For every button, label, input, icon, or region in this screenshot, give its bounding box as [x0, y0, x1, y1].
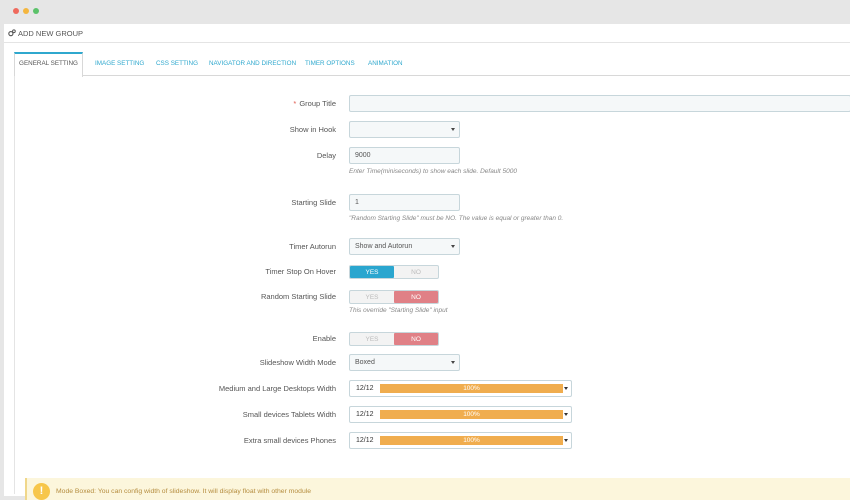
add-group-panel: ADD NEW GROUP GENERAL SETTING IMAGE SETT… — [4, 24, 850, 500]
delay-input[interactable]: 9000 — [349, 147, 460, 164]
show-in-hook-select[interactable] — [349, 121, 460, 138]
show-in-hook-label: Show in Hook — [289, 125, 336, 134]
random-starting-slide-toggle: YES NO — [349, 290, 439, 304]
enable-yes[interactable]: YES — [350, 333, 394, 345]
timer-stop-on-hover-yes[interactable]: YES — [350, 266, 394, 278]
timer-autorun-select[interactable]: Show and Autorun — [349, 238, 460, 255]
timer-stop-on-hover-label: Timer Stop On Hover — [265, 267, 336, 276]
delay-help: Enter Time(miniseconds) to show each sli… — [349, 168, 517, 175]
sm-width-value: 12/12 — [356, 411, 374, 418]
group-title-input[interactable] — [349, 95, 850, 112]
random-starting-slide-no[interactable]: NO — [394, 291, 438, 303]
minimize-window-button[interactable] — [23, 8, 29, 14]
tab-css-setting[interactable]: CSS SETTING — [156, 52, 198, 76]
timer-stop-on-hover-toggle: YES NO — [349, 265, 439, 279]
slideshow-width-mode-label: Slideshow Width Mode — [259, 358, 336, 367]
enable-no[interactable]: NO — [394, 333, 438, 345]
xs-width-value: 12/12 — [356, 437, 374, 444]
random-starting-slide-help: This override "Starting Slide" input — [349, 307, 448, 314]
slideshow-width-mode-select[interactable]: Boxed — [349, 354, 460, 371]
alert-text: Mode Boxed: You can config width of slid… — [56, 488, 312, 495]
starting-slide-help: "Random Starting Slide" must be NO. The … — [349, 215, 564, 222]
random-starting-slide-yes[interactable]: YES — [350, 291, 394, 303]
caret-down-icon — [451, 245, 455, 248]
timer-stop-on-hover-no[interactable]: NO — [394, 266, 438, 278]
xs-width-select[interactable]: 12/12 100% — [349, 432, 572, 449]
boxed-mode-alert: ! Mode Boxed: You can config width of sl… — [25, 478, 850, 500]
xs-width-bar: 100% — [380, 436, 563, 445]
sm-width-label: Small devices Tablets Width — [242, 410, 336, 419]
sm-width-bar: 100% — [380, 410, 563, 419]
caret-down-icon — [564, 387, 568, 390]
tab-image-setting[interactable]: IMAGE SETTING — [95, 52, 144, 76]
md-lg-width-bar: 100% — [380, 384, 563, 393]
settings-tabs: GENERAL SETTING IMAGE SETTING CSS SETTIN… — [14, 52, 850, 77]
timer-autorun-label: Timer Autorun — [289, 242, 336, 251]
tab-timer-options[interactable]: TIMER OPTIONS — [305, 52, 355, 76]
md-lg-width-value: 12/12 — [356, 385, 374, 392]
enable-label: Enable — [312, 334, 336, 343]
enable-toggle: YES NO — [349, 332, 439, 346]
caret-down-icon — [564, 439, 568, 442]
panel-title: ADD NEW GROUP — [18, 29, 84, 38]
caret-down-icon — [564, 413, 568, 416]
tab-general-setting[interactable]: GENERAL SETTING — [14, 52, 83, 77]
caret-down-icon — [451, 361, 455, 364]
window-titlebar — [0, 0, 850, 22]
close-window-button[interactable] — [13, 8, 19, 14]
starting-slide-label: Starting Slide — [291, 198, 336, 207]
md-lg-width-label: Medium and Large Desktops Width — [218, 384, 336, 393]
sm-width-select[interactable]: 12/12 100% — [349, 406, 572, 423]
tab-animation[interactable]: ANIMATION — [368, 52, 403, 76]
group-title-label: * Group Title — [293, 99, 336, 108]
md-lg-width-select[interactable]: 12/12 100% — [349, 380, 572, 397]
tab-navigator-and-direction[interactable]: NAVIGATOR AND DIRECTION — [209, 52, 296, 76]
gears-icon — [8, 29, 16, 37]
xs-width-label: Extra small devices Phones — [243, 436, 336, 445]
delay-label: Delay — [316, 151, 336, 160]
starting-slide-input[interactable]: 1 — [349, 194, 460, 211]
random-starting-slide-label: Random Starting Slide — [260, 292, 336, 301]
panel-header: ADD NEW GROUP — [4, 24, 850, 43]
general-setting-form: * Group Title Show in Hook Delay 9000 Ent… — [14, 76, 850, 500]
maximize-window-button[interactable] — [33, 8, 39, 14]
exclamation-icon: ! — [33, 483, 50, 500]
caret-down-icon — [451, 128, 455, 131]
